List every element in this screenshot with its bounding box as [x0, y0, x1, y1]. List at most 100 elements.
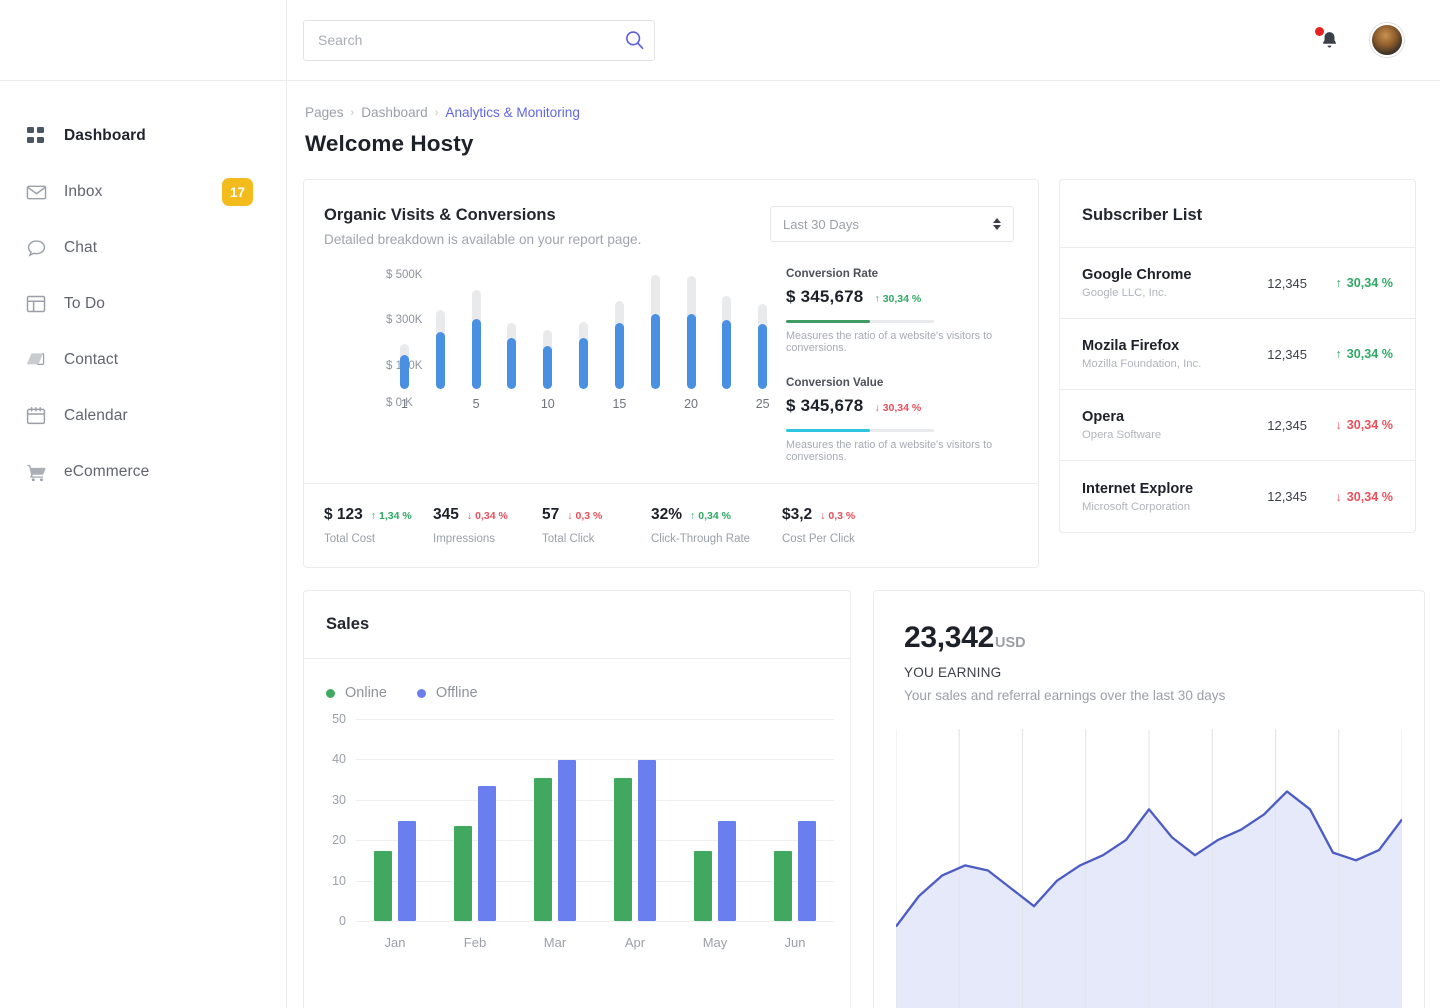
sales-gridline	[356, 759, 834, 760]
sidebar-item-calendar[interactable]: Calendar	[0, 388, 286, 444]
subscriber-row[interactable]: Mozila Firefox Mozilla Foundation, Inc. 12…	[1060, 319, 1415, 390]
sidebar-item-label: Dashboard	[64, 127, 146, 145]
subscriber-info: OperaOpera Software	[1082, 409, 1161, 441]
notifications-button[interactable]	[1319, 30, 1340, 51]
arrow-up-icon: ↑	[690, 510, 695, 522]
kpi-name: Cost Per Click	[782, 533, 891, 545]
sales-bar	[454, 826, 472, 921]
organic-bar	[758, 304, 767, 389]
speech-bubble-icon	[26, 238, 52, 259]
date-range-value: Last 30 Days	[783, 217, 859, 232]
subscriber-org: Mozilla Foundation, Inc.	[1082, 358, 1201, 370]
kpi-top: 345↓0,34 %	[433, 506, 542, 524]
arrow-down-icon: ↓	[820, 510, 825, 522]
sales-bar	[718, 821, 736, 921]
organic-bar	[579, 322, 588, 389]
kpi-delta-text: 1,34 %	[379, 510, 412, 522]
sales-bar	[798, 821, 816, 921]
sales-bar	[614, 778, 632, 921]
subscriber-list-card: Subscriber List Google ChromeGoogle LLC,…	[1059, 179, 1416, 533]
kpi-top: 57↓0,3 %	[542, 506, 651, 524]
arrow-down-icon: ↓	[874, 402, 879, 414]
organic-body: $ 100K$ 300K$ 500K $ 0 K 1510152025 Conv…	[304, 247, 1038, 483]
subscriber-list-title: Subscriber List	[1060, 180, 1415, 248]
kpi-item: $3,2↓0,3 % Cost Per Click	[782, 506, 891, 545]
organic-x-tick: 5	[473, 397, 480, 411]
avatar[interactable]	[1370, 23, 1404, 57]
sales-x-tick: Jan	[385, 935, 406, 950]
sidebar-item-todo[interactable]: To Do	[0, 276, 286, 332]
search-icon	[624, 39, 645, 54]
sidebar-item-contact[interactable]: Contact	[0, 332, 286, 388]
legend-label-online: Online	[345, 685, 387, 701]
organic-bar	[651, 275, 660, 389]
sidebar-item-ecommerce[interactable]: eCommerce	[0, 444, 286, 500]
sales-x-tick: Jun	[785, 935, 806, 950]
breadcrumb-item-analytics[interactable]: Analytics & Monitoring	[445, 105, 579, 120]
arrow-down-icon: ↓	[1335, 418, 1341, 432]
page-title: Welcome Hosty	[303, 131, 1416, 157]
subscriber-name: Google Chrome	[1082, 267, 1191, 283]
subscriber-info: Google ChromeGoogle LLC, Inc.	[1082, 267, 1191, 299]
conversion-value-delta-text: 30,34 %	[883, 402, 922, 414]
sidebar-item-label: Contact	[64, 351, 118, 369]
earnings-amount: 23,342	[904, 621, 994, 654]
sales-y-tick: 50	[332, 712, 346, 726]
sales-bar	[534, 778, 552, 921]
legend-item-offline[interactable]: Offline	[417, 685, 478, 701]
kpi-name: Click-Through Rate	[651, 533, 782, 545]
kpi-top: $ 123↑1,34 %	[324, 506, 433, 524]
sales-y-tick: 20	[332, 833, 346, 847]
organic-subtitle: Detailed breakdown is available on your …	[324, 232, 641, 247]
conversion-rate-value: $ 345,678	[786, 287, 863, 307]
kpi-delta: ↑1,34 %	[371, 510, 412, 522]
conversion-value-label: Conversion Value	[786, 376, 1018, 389]
layout-icon	[26, 294, 52, 314]
sidebar-item-label: Inbox	[64, 183, 102, 201]
subscriber-delta-text: 30,34 %	[1347, 490, 1393, 504]
search-input[interactable]	[303, 20, 655, 61]
subscriber-row[interactable]: Google ChromeGoogle LLC, Inc.12,345↑30,3…	[1060, 248, 1415, 319]
legend-item-online[interactable]: Online	[326, 685, 387, 701]
organic-y-tick: $ 300K	[386, 314, 422, 326]
breadcrumb-separator: ›	[435, 107, 439, 119]
subscriber-row[interactable]: OperaOpera Software12,345↓30,34 %	[1060, 390, 1415, 461]
breadcrumb-separator: ›	[351, 107, 355, 119]
conversion-rate-progress	[786, 320, 934, 323]
sales-x-axis: JanFebMarAprMayJun	[356, 927, 834, 957]
topbar	[287, 0, 1440, 81]
kpi-value: 32%	[651, 506, 682, 524]
sidebar-item-inbox[interactable]: Inbox 17	[0, 164, 286, 220]
kpi-value: 57	[542, 506, 559, 524]
subscriber-delta-text: 30,34 %	[1347, 276, 1393, 290]
sales-y-tick: 10	[332, 874, 346, 888]
sales-x-tick: May	[703, 935, 728, 950]
breadcrumb-item-dashboard[interactable]: Dashboard	[361, 105, 428, 120]
subscriber-org: Microsoft Corporation	[1082, 501, 1193, 513]
organic-x-tick: 10	[541, 397, 555, 411]
breadcrumb-item-pages[interactable]: Pages	[305, 105, 344, 120]
kpi-item: 345↓0,34 %Impressions	[433, 506, 542, 545]
main-area: Pages › Dashboard › Analytics & Monitori…	[287, 0, 1440, 1008]
sidebar-item-dashboard[interactable]: Dashboard	[0, 108, 286, 164]
subscriber-rows: Google ChromeGoogle LLC, Inc.12,345↑30,3…	[1060, 248, 1415, 532]
subscriber-count: 12,345	[1267, 347, 1307, 362]
kpi-value: 345	[433, 506, 459, 524]
subscriber-info: Mozila Firefox Mozilla Foundation, Inc.	[1082, 338, 1201, 370]
kpi-delta-text: 0,3 %	[828, 510, 855, 522]
calendar-icon	[26, 406, 52, 426]
conversion-rate-block: Conversion Rate $ 345,678 ↑ 30,34 % M	[786, 267, 1018, 354]
kpi-top: $3,2↓0,3 %	[782, 506, 891, 524]
sidebar-item-chat[interactable]: Chat	[0, 220, 286, 276]
sales-card: Sales Online Offline 01020304050 JanFebM…	[303, 590, 851, 1008]
sidebar-nav: Dashboard Inbox 17 Chat To Do	[0, 81, 286, 500]
subscriber-name: Internet Explore	[1082, 481, 1193, 497]
subscriber-count: 12,345	[1267, 276, 1307, 291]
subscriber-name: Mozila Firefox	[1082, 338, 1201, 354]
search-button[interactable]	[624, 30, 645, 51]
subscriber-row[interactable]: Internet ExploreMicrosoft Corporation12,…	[1060, 461, 1415, 532]
earnings-card: 23,342USD YOU EARNING Your sales and ref…	[873, 590, 1425, 1008]
app-root: Dashboard Inbox 17 Chat To Do	[0, 0, 1440, 1008]
organic-bar	[543, 330, 552, 389]
date-range-select[interactable]: Last 30 Days	[770, 206, 1014, 242]
